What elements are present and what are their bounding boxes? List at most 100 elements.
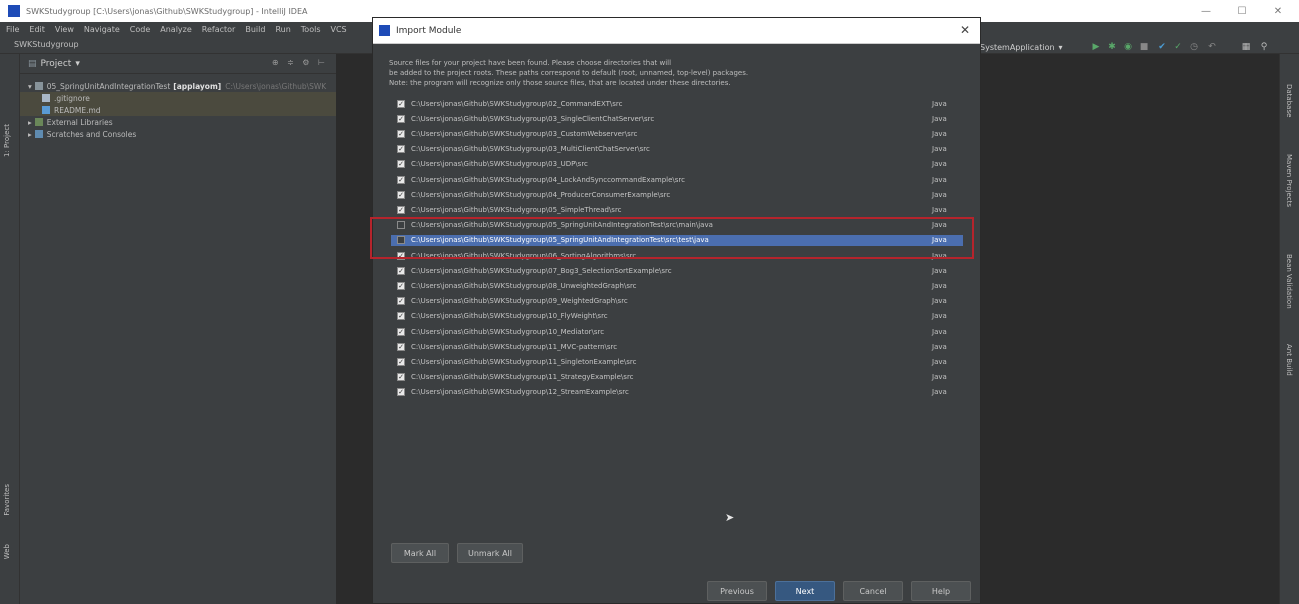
source-root-row[interactable]: ✓ C:\Users\jonas\Github\SWKStudygroup\03_… [391,144,963,155]
source-root-path: C:\Users\jonas\Github\SWKStudygroup\10_F… [411,312,608,321]
source-root-path: C:\Users\jonas\Github\SWKStudygroup\11_S… [411,373,634,382]
project-view-select[interactable]: Project [41,59,72,69]
project-tool-window: ▤ Project ▾ ⊕ ≑ ⚙ ⊢ ▾ 05_SpringUnitAndIn… [20,54,336,604]
source-root-checkbox[interactable]: ✓ [397,312,405,321]
source-root-path: C:\Users\jonas\Github\SWKStudygroup\03_S… [411,114,655,123]
tree-item-scratches[interactable]: ▸ Scratches and Consoles [20,128,336,140]
project-structure-icon[interactable]: ▦ [1240,41,1252,53]
source-root-checkbox[interactable]: ✓ [397,327,405,336]
tab-ant-build[interactable]: Ant Build [1285,344,1293,376]
next-button[interactable]: Next [775,581,835,601]
menu-item-tools[interactable]: Tools [301,25,321,34]
intellij-app-icon [379,25,390,36]
source-root-row[interactable]: ✓ C:\Users\jonas\Github\SWKStudygroup\11_… [391,356,963,367]
close-icon[interactable]: ✕ [960,23,970,37]
menu-item-refactor[interactable]: Refactor [202,25,236,34]
source-root-checkbox[interactable]: ✓ [397,99,405,108]
source-root-checkbox[interactable]: ✓ [397,388,405,397]
source-root-language: Java [932,297,947,306]
markdown-file-icon [42,106,50,114]
tab-web[interactable]: Web [3,544,11,559]
source-root-row[interactable]: ✓ C:\Users\jonas\Github\SWKStudygroup\11_… [391,372,963,383]
mouse-cursor-icon: ➤ [725,511,735,524]
tab-project[interactable]: 1: Project [3,124,11,157]
source-root-checkbox[interactable]: ✓ [397,114,405,123]
source-root-checkbox[interactable]: ✓ [397,145,405,154]
source-root-checkbox[interactable]: ✓ [397,281,405,290]
vcs-commit-icon[interactable]: ✓ [1172,41,1184,53]
source-root-checkbox[interactable]: ✓ [397,357,405,366]
chevron-down-icon: ▾ [1058,42,1063,52]
source-root-checkbox[interactable]: ✓ [397,175,405,184]
history-icon[interactable]: ◷ [1188,41,1200,53]
tab-bean-validation[interactable]: Bean Validation [1285,254,1293,309]
source-root-language: Java [932,205,947,214]
tree-item-artifact: [applayom] [173,81,222,91]
source-root-row[interactable]: ✓ C:\Users\jonas\Github\SWKStudygroup\03_… [391,113,963,124]
source-root-row[interactable]: ✓ C:\Users\jonas\Github\SWKStudygroup\04_… [391,174,963,185]
tab-database[interactable]: Database [1285,84,1293,117]
unmark-all-button[interactable]: Unmark All [457,543,523,563]
search-icon[interactable]: ⚲ [1258,41,1270,53]
source-root-path: C:\Users\jonas\Github\SWKStudygroup\12_S… [411,388,629,397]
source-root-checkbox[interactable]: ✓ [397,266,405,275]
tab-favorites[interactable]: Favorites [3,484,11,516]
source-root-row[interactable]: ✓ C:\Users\jonas\Github\SWKStudygroup\03_… [391,128,963,139]
panel-tools-icons[interactable]: ⊕ ≑ ⚙ ⊢ [272,58,328,67]
revert-icon[interactable]: ↶ [1206,41,1218,53]
help-button[interactable]: Help [911,581,971,601]
menu-item-view[interactable]: View [55,25,74,34]
source-root-row[interactable]: ✓ C:\Users\jonas\Github\SWKStudygroup\07_… [391,265,963,276]
menu-item-file[interactable]: File [6,25,19,34]
source-root-checkbox[interactable]: ✓ [397,342,405,351]
menu-item-code[interactable]: Code [130,25,150,34]
file-icon [42,94,50,102]
source-root-checkbox[interactable]: ✓ [397,205,405,214]
source-root-checkbox[interactable]: ✓ [397,297,405,306]
source-root-row[interactable]: ✓ C:\Users\jonas\Github\SWKStudygroup\03_… [391,159,963,170]
stop-icon[interactable]: ■ [1138,41,1150,53]
menu-item-navigate[interactable]: Navigate [84,25,120,34]
source-root-row[interactable]: ✓ C:\Users\jonas\Github\SWKStudygroup\09_… [391,296,963,307]
run-configuration-select[interactable]: SystemApplication ▾ [980,40,1063,54]
source-root-path: C:\Users\jonas\Github\SWKStudygroup\10_M… [411,327,605,336]
tree-item-readme[interactable]: README.md [20,104,336,116]
source-root-row[interactable]: ✓ C:\Users\jonas\Github\SWKStudygroup\10_… [391,311,963,322]
source-root-row[interactable]: ✓ C:\Users\jonas\Github\SWKStudygroup\02_… [391,98,963,109]
cancel-button[interactable]: Cancel [843,581,903,601]
source-root-row[interactable]: ✓ C:\Users\jonas\Github\SWKStudygroup\10_… [391,326,963,337]
tree-item-gitignore[interactable]: .gitignore [20,92,336,104]
mark-all-button[interactable]: Mark All [391,543,449,563]
menu-item-vcs[interactable]: VCS [331,25,347,34]
close-window-icon[interactable]: ✕ [1258,0,1298,22]
minimize-icon[interactable]: — [1186,0,1226,22]
menu-item-run[interactable]: Run [275,25,290,34]
source-root-checkbox[interactable]: ✓ [397,373,405,382]
coverage-icon[interactable]: ◉ [1122,41,1134,53]
maximize-icon[interactable]: ☐ [1222,0,1262,22]
tree-item-module[interactable]: ▾ 05_SpringUnitAndIntegrationTest [appla… [20,80,336,92]
breadcrumb-project[interactable]: SWKStudygroup [14,40,79,49]
source-root-row[interactable]: ✓ C:\Users\jonas\Github\SWKStudygroup\11_… [391,341,963,352]
source-root-checkbox[interactable]: ✓ [397,129,405,138]
source-root-row[interactable]: ✓ C:\Users\jonas\Github\SWKStudygroup\12_… [391,387,963,398]
window-title: SWKStudygroup [C:\Users\jonas\Github\SWK… [26,6,308,16]
menu-item-edit[interactable]: Edit [29,25,45,34]
source-root-checkbox[interactable]: ✓ [397,160,405,169]
debug-icon[interactable]: ✱ [1106,41,1118,53]
vcs-update-icon[interactable]: ✔ [1156,41,1168,53]
module-folder-icon [34,82,43,90]
previous-button[interactable]: Previous [707,581,767,601]
tree-item-label: 05_SpringUnitAndIntegrationTest [46,81,171,91]
tab-maven-projects[interactable]: Maven Projects [1285,154,1293,207]
source-root-row[interactable]: ✓ C:\Users\jonas\Github\SWKStudygroup\08_… [391,280,963,291]
source-root-language: Java [932,281,947,290]
source-root-row[interactable]: ✓ C:\Users\jonas\Github\SWKStudygroup\04_… [391,189,963,200]
menu-item-analyze[interactable]: Analyze [160,25,192,34]
tree-item-external-libraries[interactable]: ▸ External Libraries [20,116,336,128]
source-root-checkbox[interactable]: ✓ [397,190,405,199]
menu-item-build[interactable]: Build [245,25,265,34]
intellij-app-icon [8,5,20,17]
source-root-row[interactable]: ✓ C:\Users\jonas\Github\SWKStudygroup\05_… [391,204,963,215]
run-icon[interactable]: ▶ [1090,41,1102,53]
